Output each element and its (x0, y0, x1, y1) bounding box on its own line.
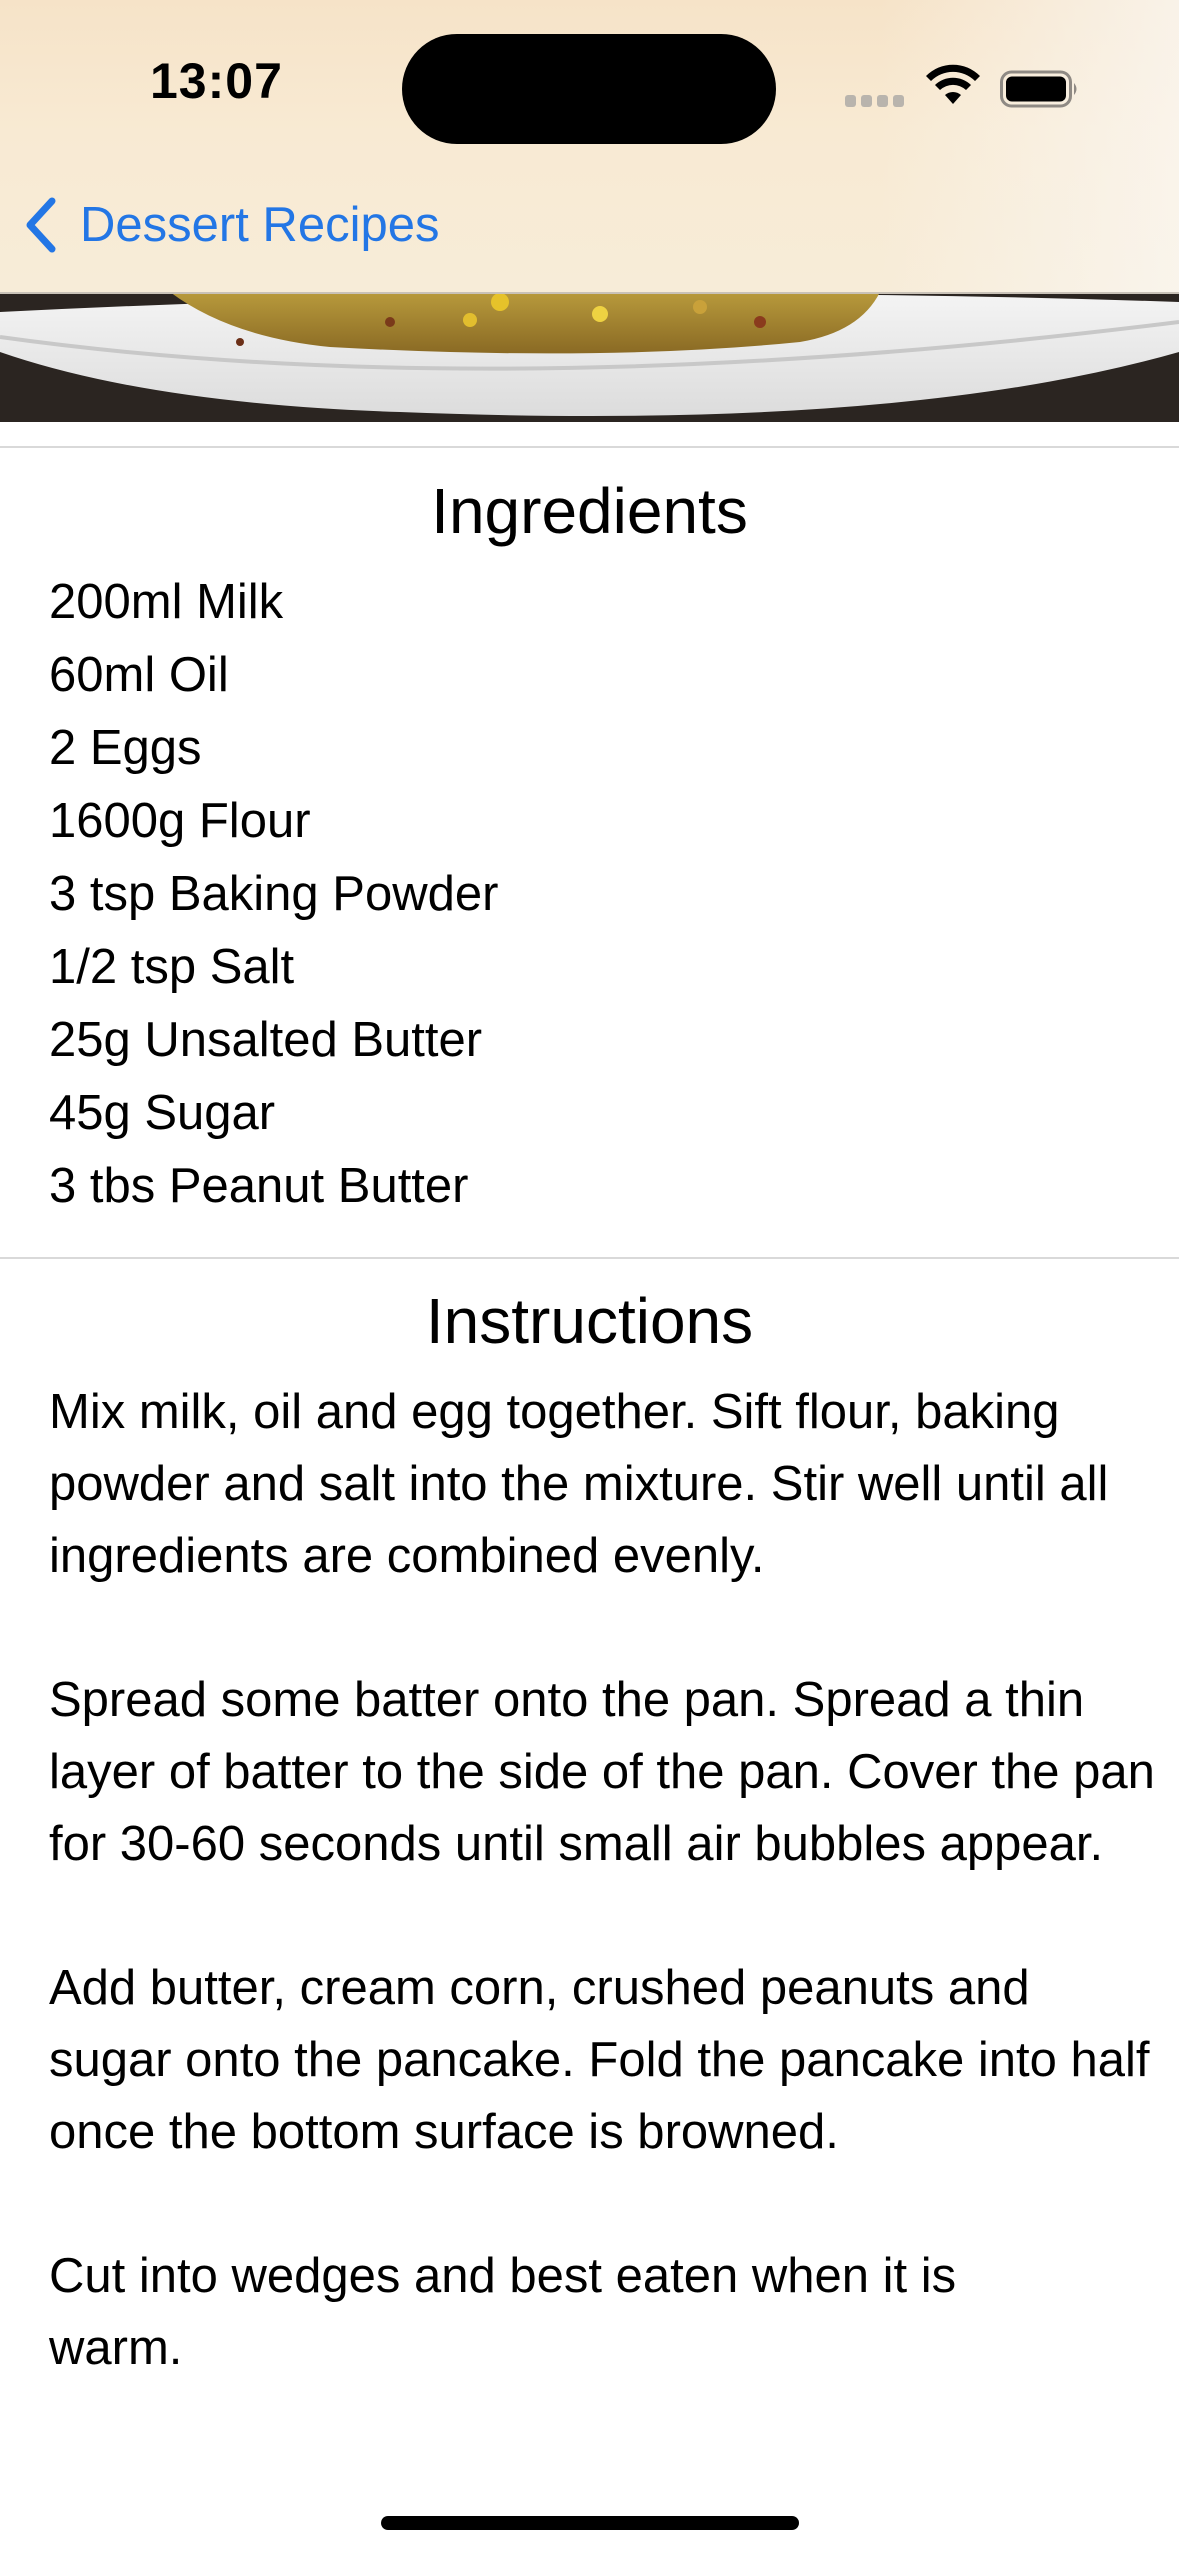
ingredient-item: 2 Eggs (49, 721, 202, 775)
instruction-paragraph: Mix milk, oil and egg together. Sift flo… (49, 1385, 1109, 1583)
back-button[interactable]: Dessert Recipes (22, 190, 439, 260)
ingredient-item: 60ml Oil (49, 648, 229, 702)
ingredients-list: 200ml Milk 60ml Oil 2 Eggs 1600g Flour 3… (49, 566, 498, 1223)
status-time: 13:07 (150, 53, 283, 109)
ingredient-item: 3 tsp Baking Powder (49, 867, 499, 921)
ingredient-item: 3 tbs Peanut Butter (49, 1159, 469, 1213)
chevron-left-icon (26, 197, 56, 253)
battery-icon (1000, 70, 1077, 108)
section-divider (0, 446, 1179, 448)
cellular-signal-icon (845, 95, 905, 107)
instruction-paragraph: Cut into wedges and best eaten when it i… (49, 2249, 957, 2375)
navigation-header: 13:07 Dessert Recipes (0, 0, 1179, 294)
home-indicator[interactable] (381, 2516, 799, 2530)
back-button-label: Dessert Recipes (80, 198, 440, 252)
ingredient-item: 25g Unsalted Butter (49, 1013, 483, 1067)
ingredient-item: 200ml Milk (49, 575, 284, 629)
ingredient-item: 1600g Flour (49, 794, 311, 848)
instruction-paragraph: Spread some batter onto the pan. Spread … (49, 1673, 1155, 1871)
recipe-hero-image (0, 292, 1179, 422)
section-divider (0, 1257, 1179, 1259)
instruction-paragraph: Add butter, cream corn, crushed peanuts … (49, 1961, 1150, 2159)
ingredients-title: Ingredients (431, 475, 748, 547)
instructions-text: Mix milk, oil and egg together. Sift flo… (49, 1376, 1159, 2456)
wifi-icon (926, 64, 980, 104)
dynamic-island (402, 34, 776, 144)
ingredient-item: 45g Sugar (49, 1086, 276, 1140)
recipe-detail-screen: 13:07 Dessert Recipes Ingredients 200ml … (0, 0, 1179, 2556)
ingredient-item: 1/2 tsp Salt (49, 940, 295, 994)
instructions-title: Instructions (425, 1285, 754, 1357)
